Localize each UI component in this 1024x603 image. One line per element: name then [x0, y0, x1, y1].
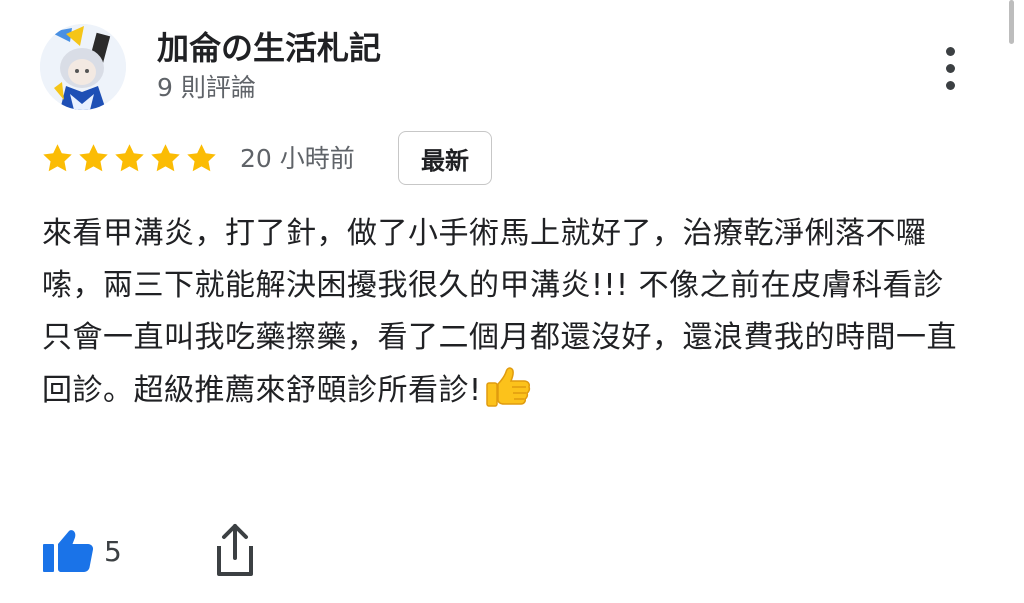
avatar-image	[40, 24, 126, 110]
like-button[interactable]	[40, 527, 96, 575]
avatar[interactable]	[40, 24, 126, 110]
share-icon	[217, 524, 253, 576]
more-options-button[interactable]	[932, 40, 968, 96]
star-icon	[151, 144, 180, 172]
thumbs-up-emoji-icon	[485, 367, 530, 407]
more-vert-icon-dot	[945, 63, 955, 73]
reviewer-review-count[interactable]: 9 則評論	[157, 72, 256, 104]
review-time: 20 小時前	[240, 144, 355, 173]
reviewer-name[interactable]: 加侖の生活札記	[157, 28, 381, 68]
scrollbar[interactable]	[1009, 0, 1014, 44]
star-icon	[115, 144, 144, 172]
more-vert-icon-dot	[945, 80, 955, 90]
star-icon	[43, 144, 72, 172]
star-icon	[79, 144, 108, 172]
thumbs-up-icon	[43, 530, 94, 572]
newest-badge: 最新	[398, 131, 492, 185]
star-rating	[40, 141, 219, 176]
share-button[interactable]	[210, 522, 260, 578]
more-vert-icon	[945, 46, 955, 56]
like-count: 5	[104, 535, 122, 568]
star-icon	[187, 144, 216, 172]
review-text: 來看甲溝炎，打了針，做了小手術馬上就好了，治療乾淨俐落不囉嗦，兩三下就能解決困擾…	[42, 208, 972, 417]
